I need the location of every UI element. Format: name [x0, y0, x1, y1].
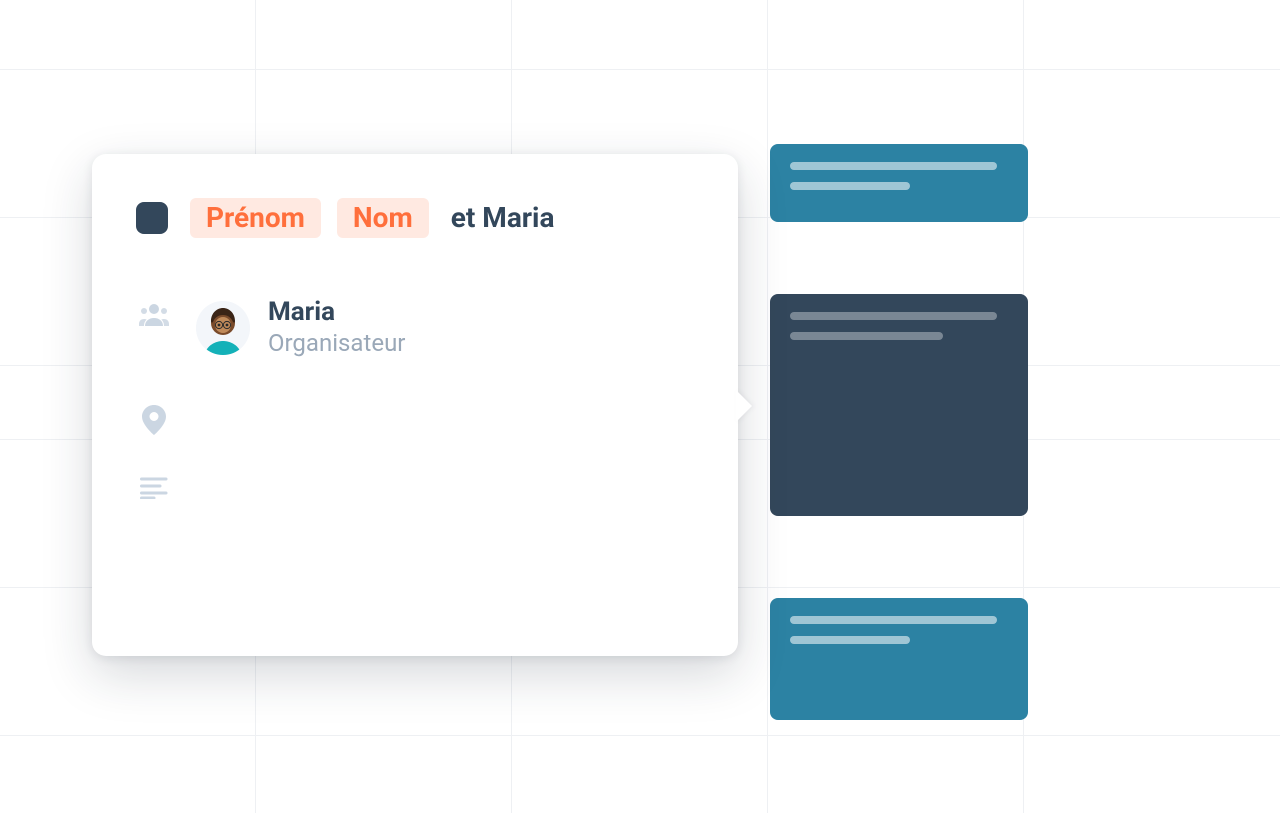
calendar-event[interactable]	[770, 598, 1028, 720]
organizer-row: Maria Organisateur	[136, 298, 694, 357]
event-title-suffix: et Maria	[451, 204, 555, 232]
calendar-event-selected[interactable]	[770, 294, 1028, 516]
event-subtitle-placeholder	[790, 332, 943, 340]
people-icon	[136, 302, 172, 326]
event-subtitle-placeholder	[790, 182, 910, 190]
calendar-row[interactable]	[0, 736, 1280, 813]
event-title-placeholder	[790, 162, 997, 170]
avatar	[196, 301, 250, 355]
location-row[interactable]	[136, 401, 694, 435]
location-pin-icon	[136, 405, 172, 435]
event-title-row: Prénom Nom et Maria	[136, 198, 694, 238]
description-row[interactable]	[136, 473, 694, 499]
calendar-events-column	[770, 0, 1028, 813]
text-lines-icon	[136, 477, 172, 499]
event-color-swatch[interactable]	[136, 202, 168, 234]
event-detail-popover: Prénom Nom et Maria	[92, 154, 738, 656]
event-title-placeholder	[790, 312, 997, 320]
organizer-name: Maria	[268, 298, 405, 327]
event-subtitle-placeholder	[790, 636, 910, 644]
organizer-role: Organisateur	[268, 329, 405, 358]
calendar-row[interactable]	[0, 0, 1280, 70]
calendar-event[interactable]	[770, 144, 1028, 222]
token-first-name[interactable]: Prénom	[190, 198, 321, 238]
event-title-placeholder	[790, 616, 997, 624]
organizer-info[interactable]: Maria Organisateur	[196, 298, 405, 357]
token-last-name[interactable]: Nom	[337, 198, 429, 238]
